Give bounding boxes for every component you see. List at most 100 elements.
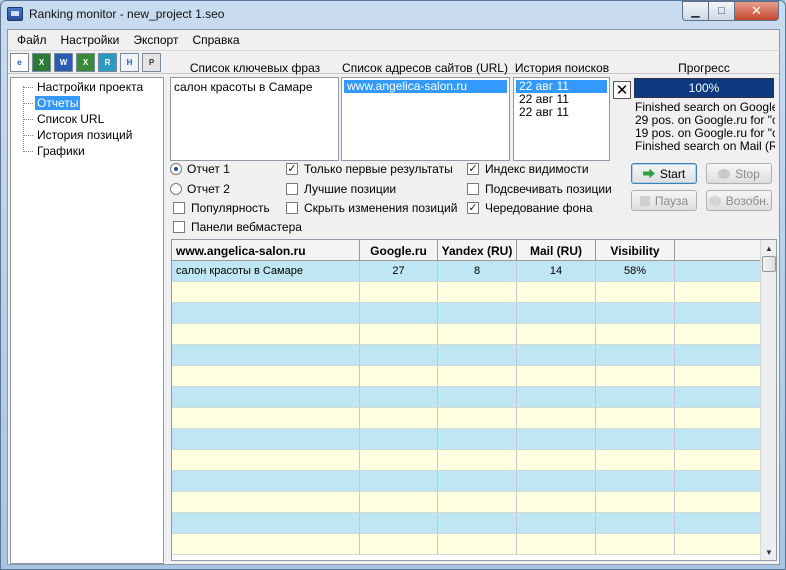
- column-header-google[interactable]: Google.ru: [360, 240, 438, 261]
- resume-button[interactable]: Возобн.: [706, 190, 772, 211]
- table-cell: [675, 282, 760, 302]
- stop-icon: [718, 168, 731, 179]
- tree-item-url-list[interactable]: Список URL: [23, 112, 106, 127]
- column-header-site[interactable]: www.angelica-salon.ru: [172, 240, 360, 261]
- check-on-icon: ✓: [467, 163, 479, 175]
- table-cell: [517, 492, 596, 512]
- resume-icon: [708, 195, 721, 206]
- checkbox-popularity[interactable]: Популярность: [173, 200, 270, 216]
- table-cell: [596, 408, 675, 428]
- close-button[interactable]: ✕: [735, 1, 779, 21]
- table-row[interactable]: [172, 513, 760, 534]
- menu-file[interactable]: Файл: [10, 30, 54, 49]
- check-off-icon: [173, 221, 185, 233]
- table-row[interactable]: [172, 534, 760, 555]
- table-row[interactable]: [172, 324, 760, 345]
- table-cell: салон красоты в Самаре: [172, 261, 360, 281]
- column-header-extra: [675, 240, 760, 261]
- tree-item-charts[interactable]: Графики: [23, 144, 87, 159]
- table-cell: [360, 492, 438, 512]
- table-row[interactable]: салон красоты в Самаре 27 8 14 58%: [172, 261, 760, 282]
- table-cell: 58%: [596, 261, 675, 281]
- table-cell: [517, 534, 596, 554]
- table-row[interactable]: [172, 387, 760, 408]
- pause-button[interactable]: Пауза: [631, 190, 697, 211]
- list-item[interactable]: www.angelica-salon.ru: [344, 80, 507, 93]
- table-cell: [517, 345, 596, 365]
- scroll-up-icon[interactable]: ▲: [761, 240, 776, 256]
- table-cell: [360, 429, 438, 449]
- table-cell: [675, 387, 760, 407]
- table-cell: [360, 408, 438, 428]
- table-cell: [596, 450, 675, 470]
- checkbox-visibility-index[interactable]: ✓ Индекс видимости: [467, 161, 589, 177]
- check-off-icon: [173, 202, 185, 214]
- tree-item-position-history[interactable]: История позиций: [23, 128, 134, 143]
- window-title: Ranking monitor - new_project 1.seo: [29, 7, 225, 21]
- vertical-scrollbar[interactable]: ▲ ▼: [760, 240, 776, 560]
- table-row[interactable]: [172, 429, 760, 450]
- table-cell: [172, 345, 360, 365]
- table-cell: [438, 429, 517, 449]
- table-cell: [438, 303, 517, 323]
- export-ie-icon[interactable]: e: [10, 52, 29, 72]
- radio-report2[interactable]: Отчет 2: [170, 181, 230, 197]
- table-cell: [596, 387, 675, 407]
- minimize-button[interactable]: ▁: [682, 1, 709, 21]
- table-cell: [517, 303, 596, 323]
- checkbox-alternate-bg[interactable]: ✓ Чередование фона: [467, 200, 593, 216]
- checkbox-hide-changes[interactable]: Скрыть изменения позиций: [286, 200, 457, 216]
- scroll-down-icon[interactable]: ▼: [761, 544, 776, 560]
- table-cell: [172, 282, 360, 302]
- stop-button[interactable]: Stop: [706, 163, 772, 184]
- print-icon[interactable]: P: [142, 52, 161, 72]
- list-item[interactable]: салон красоты в Самаре: [171, 81, 338, 94]
- table-cell: [438, 387, 517, 407]
- column-header-yandex[interactable]: Yandex (RU): [438, 240, 517, 261]
- export-word-icon[interactable]: W: [54, 52, 73, 72]
- table-row[interactable]: [172, 471, 760, 492]
- table-row[interactable]: [172, 345, 760, 366]
- title-bar[interactable]: Ranking monitor - new_project 1.seo ▁ □ …: [1, 1, 785, 29]
- table-row[interactable]: [172, 450, 760, 471]
- list-item[interactable]: 22 авг 11: [516, 106, 607, 119]
- export-excel-icon[interactable]: X: [32, 52, 51, 72]
- menu-export[interactable]: Экспорт: [126, 30, 185, 49]
- checkbox-highlight-positions[interactable]: Подсвечивать позиции: [467, 181, 612, 197]
- table-cell: [172, 324, 360, 344]
- menu-settings[interactable]: Настройки: [54, 30, 127, 49]
- checkbox-best-positions[interactable]: Лучшие позиции: [286, 181, 396, 197]
- table-cell: [517, 471, 596, 491]
- export-excel2-icon[interactable]: X: [76, 52, 95, 72]
- table-row[interactable]: [172, 408, 760, 429]
- table-row[interactable]: [172, 366, 760, 387]
- checkbox-webmaster-panels[interactable]: Панели вебмастера: [173, 219, 302, 235]
- start-button[interactable]: Start: [631, 163, 697, 184]
- table-cell: [438, 534, 517, 554]
- menu-help[interactable]: Справка: [185, 30, 246, 49]
- export-rtf-icon[interactable]: R: [98, 52, 117, 72]
- table-row[interactable]: [172, 303, 760, 324]
- radio-report1[interactable]: Отчет 1: [170, 161, 230, 177]
- column-header-visibility[interactable]: Visibility: [596, 240, 675, 261]
- tree-item-reports[interactable]: Отчеты: [23, 96, 81, 111]
- tree-item-project-settings[interactable]: Настройки проекта: [23, 80, 145, 95]
- column-header-mail[interactable]: Mail (RU): [517, 240, 596, 261]
- table-cell: [517, 324, 596, 344]
- table-cell: [172, 303, 360, 323]
- urls-list[interactable]: www.angelica-salon.ru: [341, 77, 510, 161]
- table-cell: [596, 429, 675, 449]
- scroll-thumb[interactable]: [762, 256, 776, 272]
- table-cell: [517, 408, 596, 428]
- check-on-icon: ✓: [286, 163, 298, 175]
- table-row[interactable]: [172, 282, 760, 303]
- table-cell: [596, 492, 675, 512]
- table-row[interactable]: [172, 492, 760, 513]
- maximize-button[interactable]: □: [709, 1, 735, 21]
- history-list[interactable]: 22 авг 11 22 авг 11 22 авг 11: [513, 77, 610, 161]
- keywords-list[interactable]: салон красоты в Самаре: [170, 77, 339, 161]
- table-cell: [596, 366, 675, 386]
- checkbox-first-results[interactable]: ✓ Только первые результаты: [286, 161, 453, 177]
- clear-history-button[interactable]: ✕: [613, 81, 631, 99]
- export-html-icon[interactable]: H: [120, 52, 139, 72]
